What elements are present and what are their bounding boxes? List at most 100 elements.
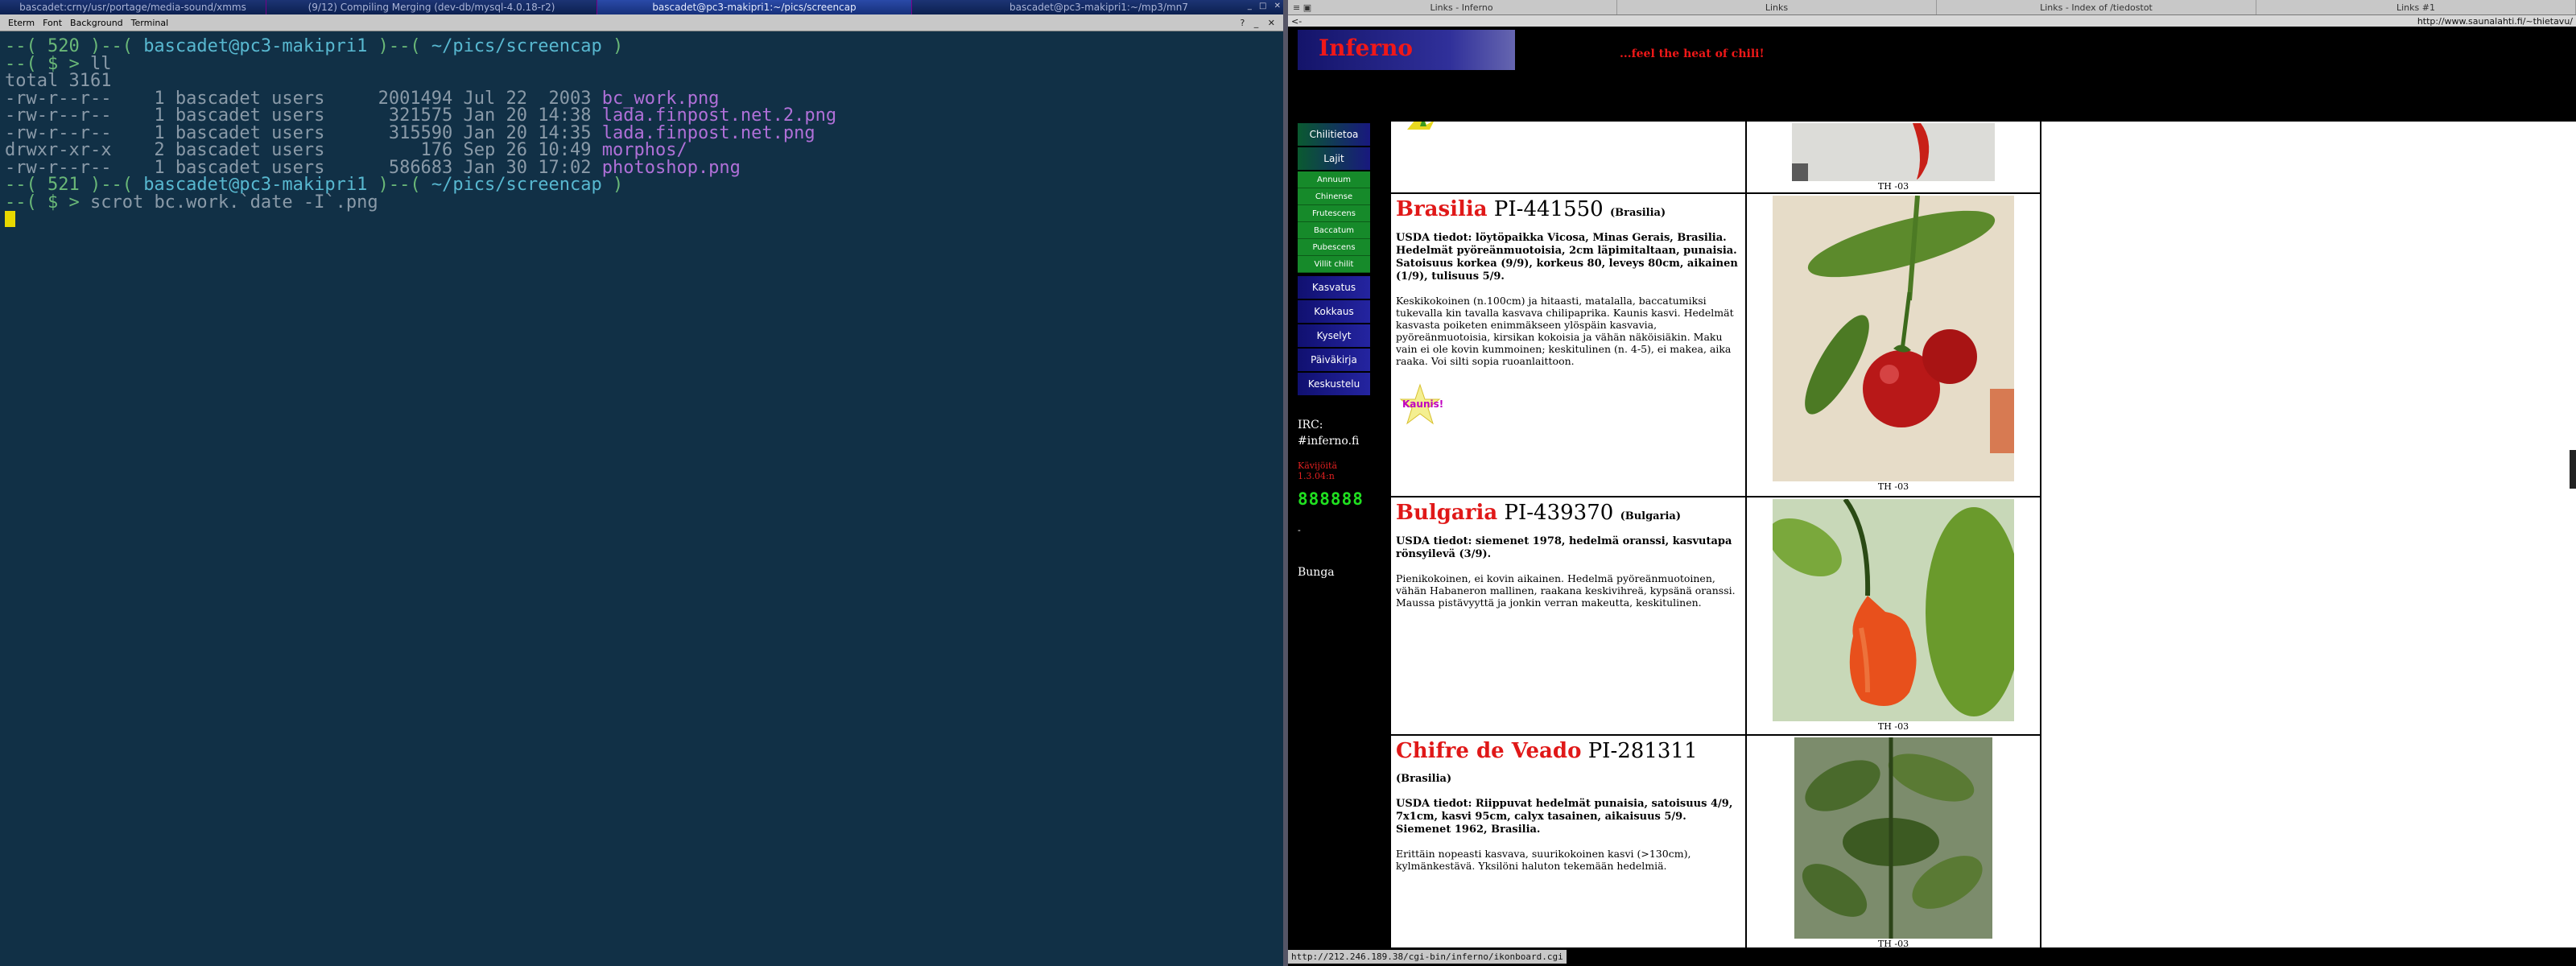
terminal-window-controls-icon[interactable]: ? _ ✕ xyxy=(1240,18,1278,28)
taskbar-tab-label: bascadet:crny/usr/portage/media-sound/xm… xyxy=(19,2,246,13)
pepper-text-cell: Chifre de Veado PI-281311 (Brasilia) USD… xyxy=(1391,736,1747,947)
pepper-photo-icon xyxy=(1794,737,1992,939)
nav-chilitietoa[interactable]: Chilitietoa xyxy=(1298,123,1370,146)
pepper-description: Pienikokoinen, ei kovin aikainen. Hedelm… xyxy=(1396,572,1736,609)
pepper-photo-icon xyxy=(1773,196,2014,481)
nav-chinense[interactable]: Chinense xyxy=(1298,188,1370,205)
current-url[interactable]: http://www.saunalahti.fi/~thietavu/ xyxy=(2417,16,2573,27)
visitor-since: 1.3.04:n xyxy=(1298,471,1335,481)
pepper-text-cell: Brasilia PI-441550 (Brasilia) USDA tiedo… xyxy=(1391,194,1747,496)
browser-tab-index[interactable]: Links - Index of /tiedostot xyxy=(1937,0,2256,14)
pepper-photo-cell: TH -03 xyxy=(1747,122,2040,192)
back-button[interactable]: <- xyxy=(1291,16,1302,27)
table-row: TH -03 xyxy=(1391,122,2040,194)
sidebar-dot: - xyxy=(1298,525,1301,535)
nav-lajit[interactable]: Lajit xyxy=(1298,147,1370,170)
nav-kyselyt[interactable]: Kyselyt xyxy=(1298,324,1370,347)
terminal-line: --( $ > ll xyxy=(5,55,1278,72)
taskbar-tab-xmms[interactable]: bascadet:crny/usr/portage/media-sound/xm… xyxy=(0,0,266,14)
site-logo-text: Inferno xyxy=(1319,35,1414,61)
taskbar-tab-screencap[interactable]: bascadet@pc3-makipri1:~/pics/screencap xyxy=(597,0,912,14)
site-tagline: ...feel the heat of chili! xyxy=(1620,47,1765,60)
table-row: Chifre de Veado PI-281311 (Brasilia) USD… xyxy=(1391,736,2040,947)
nav-baccatum[interactable]: Baccatum xyxy=(1298,222,1370,239)
photo-caption: TH -03 xyxy=(1877,481,1909,492)
terminal-cursor[interactable] xyxy=(5,211,15,227)
terminal-line: --( $ > scrot bc.work.`date -I`.png xyxy=(5,192,1278,213)
browser-tab-links-1[interactable]: Links #1 xyxy=(2256,0,2576,14)
nav-villit-chilit[interactable]: Villit chilit xyxy=(1298,256,1370,273)
terminal-window[interactable]: Eterm Font Background Terminal ? _ ✕ --(… xyxy=(0,14,1283,966)
status-bar: http://212.246.189.38/cgi-bin/inferno/ik… xyxy=(1288,947,2576,964)
browser-tab-label: Links - Index of /tiedostot xyxy=(2040,2,2153,13)
photo-caption: TH -03 xyxy=(1877,181,1909,192)
pepper-text-cell: Bulgaria PI-439370 (Bulgaria) USDA tiedo… xyxy=(1391,497,1747,734)
menu-terminal[interactable]: Terminal xyxy=(131,18,169,28)
pepper-photo[interactable] xyxy=(1773,196,2014,481)
pepper-list: TH -03 Brasilia PI-441550 (Brasilia) USD… xyxy=(1389,122,2576,947)
nav-keskustelu[interactable]: Keskustelu xyxy=(1298,373,1370,395)
menu-background[interactable]: Background xyxy=(70,18,123,28)
terminal-line: -rw-r--r-- 1 bascadet users 321575 Jan 2… xyxy=(5,107,1278,125)
pepper-photo-cell: TH -03 xyxy=(1747,497,2040,734)
terminal-text: ~/pics/screencap xyxy=(431,175,602,195)
nav-kokkaus[interactable]: Kokkaus xyxy=(1298,300,1370,323)
terminal-line: --( 521 )--( bascadet@pc3-makipri1 )--( … xyxy=(5,176,1278,194)
pepper-country: (Brasilia) xyxy=(1609,207,1666,219)
pepper-usda: USDA tiedot: löytöpaikka Vicosa, Minas G… xyxy=(1396,232,1738,283)
nav-annuum[interactable]: Annuum xyxy=(1298,171,1370,188)
menu-eterm[interactable]: Eterm xyxy=(8,18,35,28)
web-page: Inferno ...feel the heat of chili! Chili… xyxy=(1288,27,2576,947)
browser-tab-label: Links xyxy=(1765,2,1789,13)
terminal-text: scrot bc.work.`date -I`.png xyxy=(89,192,378,213)
pepper-photo[interactable] xyxy=(1794,737,1992,939)
nav-kasvatus[interactable]: Kasvatus xyxy=(1298,276,1370,299)
terminal-line: -rw-r--r-- 1 bascadet users 315590 Jan 2… xyxy=(5,124,1278,142)
terminal-line: -rw-r--r-- 1 bascadet users 2001494 Jul … xyxy=(5,89,1278,107)
menu-font[interactable]: Font xyxy=(43,18,62,28)
terminal-line: --( 520 )--( bascadet@pc3-makipri1 )--( … xyxy=(5,38,1278,56)
irc-channel[interactable]: #inferno.fi xyxy=(1298,433,1386,449)
terminal-line: -rw-r--r-- 1 bascadet users 586683 Jan 3… xyxy=(5,159,1278,176)
taskbar-tab-label: bascadet@pc3-makipri1:~/mp3/mn7 xyxy=(1009,2,1188,13)
terminal-line: drwxr-xr-x 2 bascadet users 176 Sep 26 1… xyxy=(5,142,1278,159)
pepper-title: Brasilia PI-441550 (Brasilia) xyxy=(1396,197,1740,225)
scrollbar-thumb[interactable] xyxy=(2570,450,2576,489)
pepper-photo-icon xyxy=(1792,123,1995,181)
window-taskbar: bascadet:crny/usr/portage/media-sound/xm… xyxy=(0,0,1286,15)
site-logo[interactable]: Inferno xyxy=(1298,30,1515,70)
pepper-country: (Bulgaria) xyxy=(1620,510,1681,522)
window-controls-icon[interactable]: _ □ ✕ xyxy=(1248,2,1283,10)
terminal-text: bascadet@pc3-makipri1 xyxy=(143,36,368,56)
window-menu-icon[interactable]: ≡ ▣ xyxy=(1293,2,1311,13)
scrollbar[interactable] xyxy=(2570,122,2576,947)
pepper-text-cell xyxy=(1391,122,1747,192)
pepper-photo[interactable] xyxy=(1792,123,1995,181)
photo-caption: TH -03 xyxy=(1877,939,1909,947)
taskbar-tab-compiling[interactable]: (9/12) Compiling Merging (dev-db/mysql-4… xyxy=(266,0,597,14)
terminal-output: --( 520 )--( bascadet@pc3-makipri1 )--( … xyxy=(0,31,1283,235)
bunga-link[interactable]: Bunga xyxy=(1298,566,1386,579)
visitor-label: Kävijöitä xyxy=(1298,460,1338,471)
browser-tab-inferno[interactable]: ≡ ▣ Links - Inferno xyxy=(1288,0,1617,14)
nav-pubescens[interactable]: Pubescens xyxy=(1298,239,1370,256)
pepper-photo-cell: TH -03 xyxy=(1747,736,2040,947)
nav-frutescens[interactable]: Frutescens xyxy=(1298,205,1370,222)
pepper-photo[interactable] xyxy=(1773,499,2014,721)
terminal-text: --( $ > xyxy=(5,192,90,213)
taskbar-tab-mp3[interactable]: bascadet@pc3-makipri1:~/mp3/mn7 _ □ ✕ xyxy=(912,0,1286,14)
pepper-pi: PI-441550 xyxy=(1493,197,1604,221)
browser-url-bar: <- http://www.saunalahti.fi/~thietavu/ xyxy=(1288,15,2576,27)
browser-tab-links[interactable]: Links xyxy=(1617,0,1937,14)
pepper-description: Keskikokoinen (n.100cm) ja hitaasti, mat… xyxy=(1396,295,1734,367)
pepper-name: Chifre de Veado xyxy=(1396,739,1582,763)
pepper-photo-icon xyxy=(1773,499,2014,721)
pepper-usda: USDA tiedot: siemenet 1978, hedelmä oran… xyxy=(1396,535,1732,560)
irc-label: IRC: xyxy=(1298,419,1323,431)
visitor-counter: 888888 xyxy=(1298,489,1364,509)
browser-tab-bar: ≡ ▣ Links - Inferno Links Links - Index o… xyxy=(1288,0,2576,15)
table-row: Brasilia PI-441550 (Brasilia) USDA tiedo… xyxy=(1391,194,2040,497)
star-badge-icon xyxy=(1407,122,1434,130)
browser-tab-label: Links - Inferno xyxy=(1430,2,1493,13)
nav-paivakirja[interactable]: Päiväkirja xyxy=(1298,349,1370,371)
